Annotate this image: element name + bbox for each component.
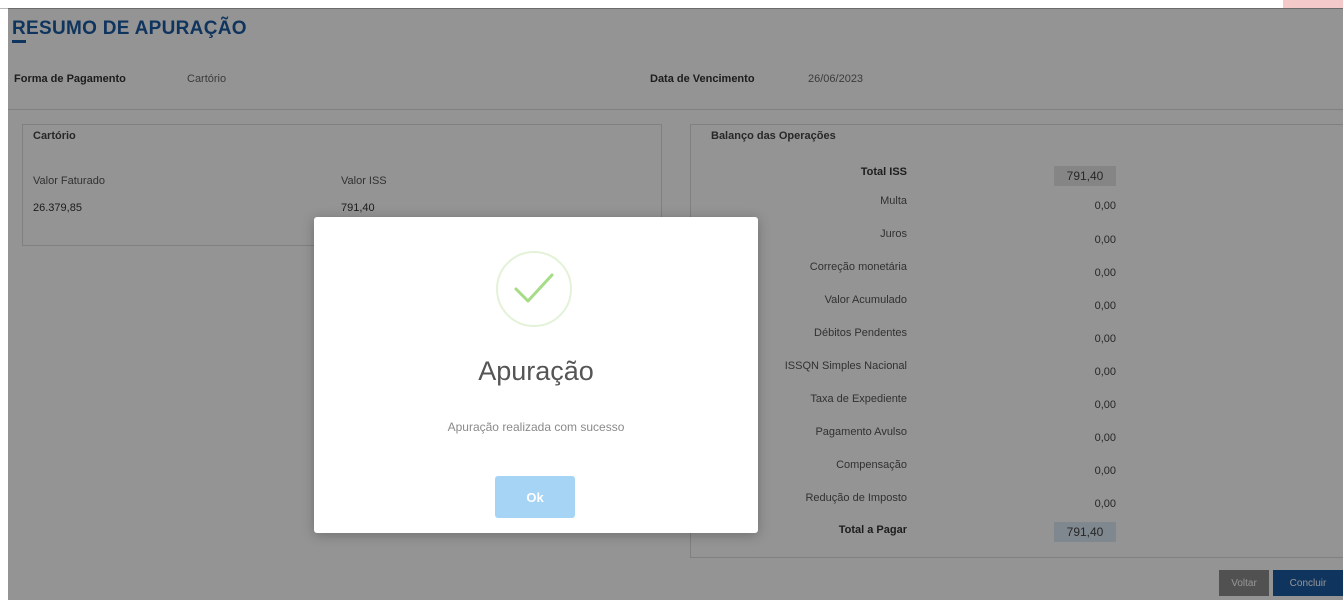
ok-button[interactable]: Ok	[495, 476, 575, 518]
top-corner-accent	[1283, 0, 1343, 8]
dialog-title: Apuração	[478, 356, 594, 386]
dialog-message: Apuração realizada com sucesso	[447, 420, 625, 434]
success-dialog: Apuração Apuração realizada com sucesso …	[314, 217, 758, 533]
checkmark-icon	[496, 251, 572, 327]
